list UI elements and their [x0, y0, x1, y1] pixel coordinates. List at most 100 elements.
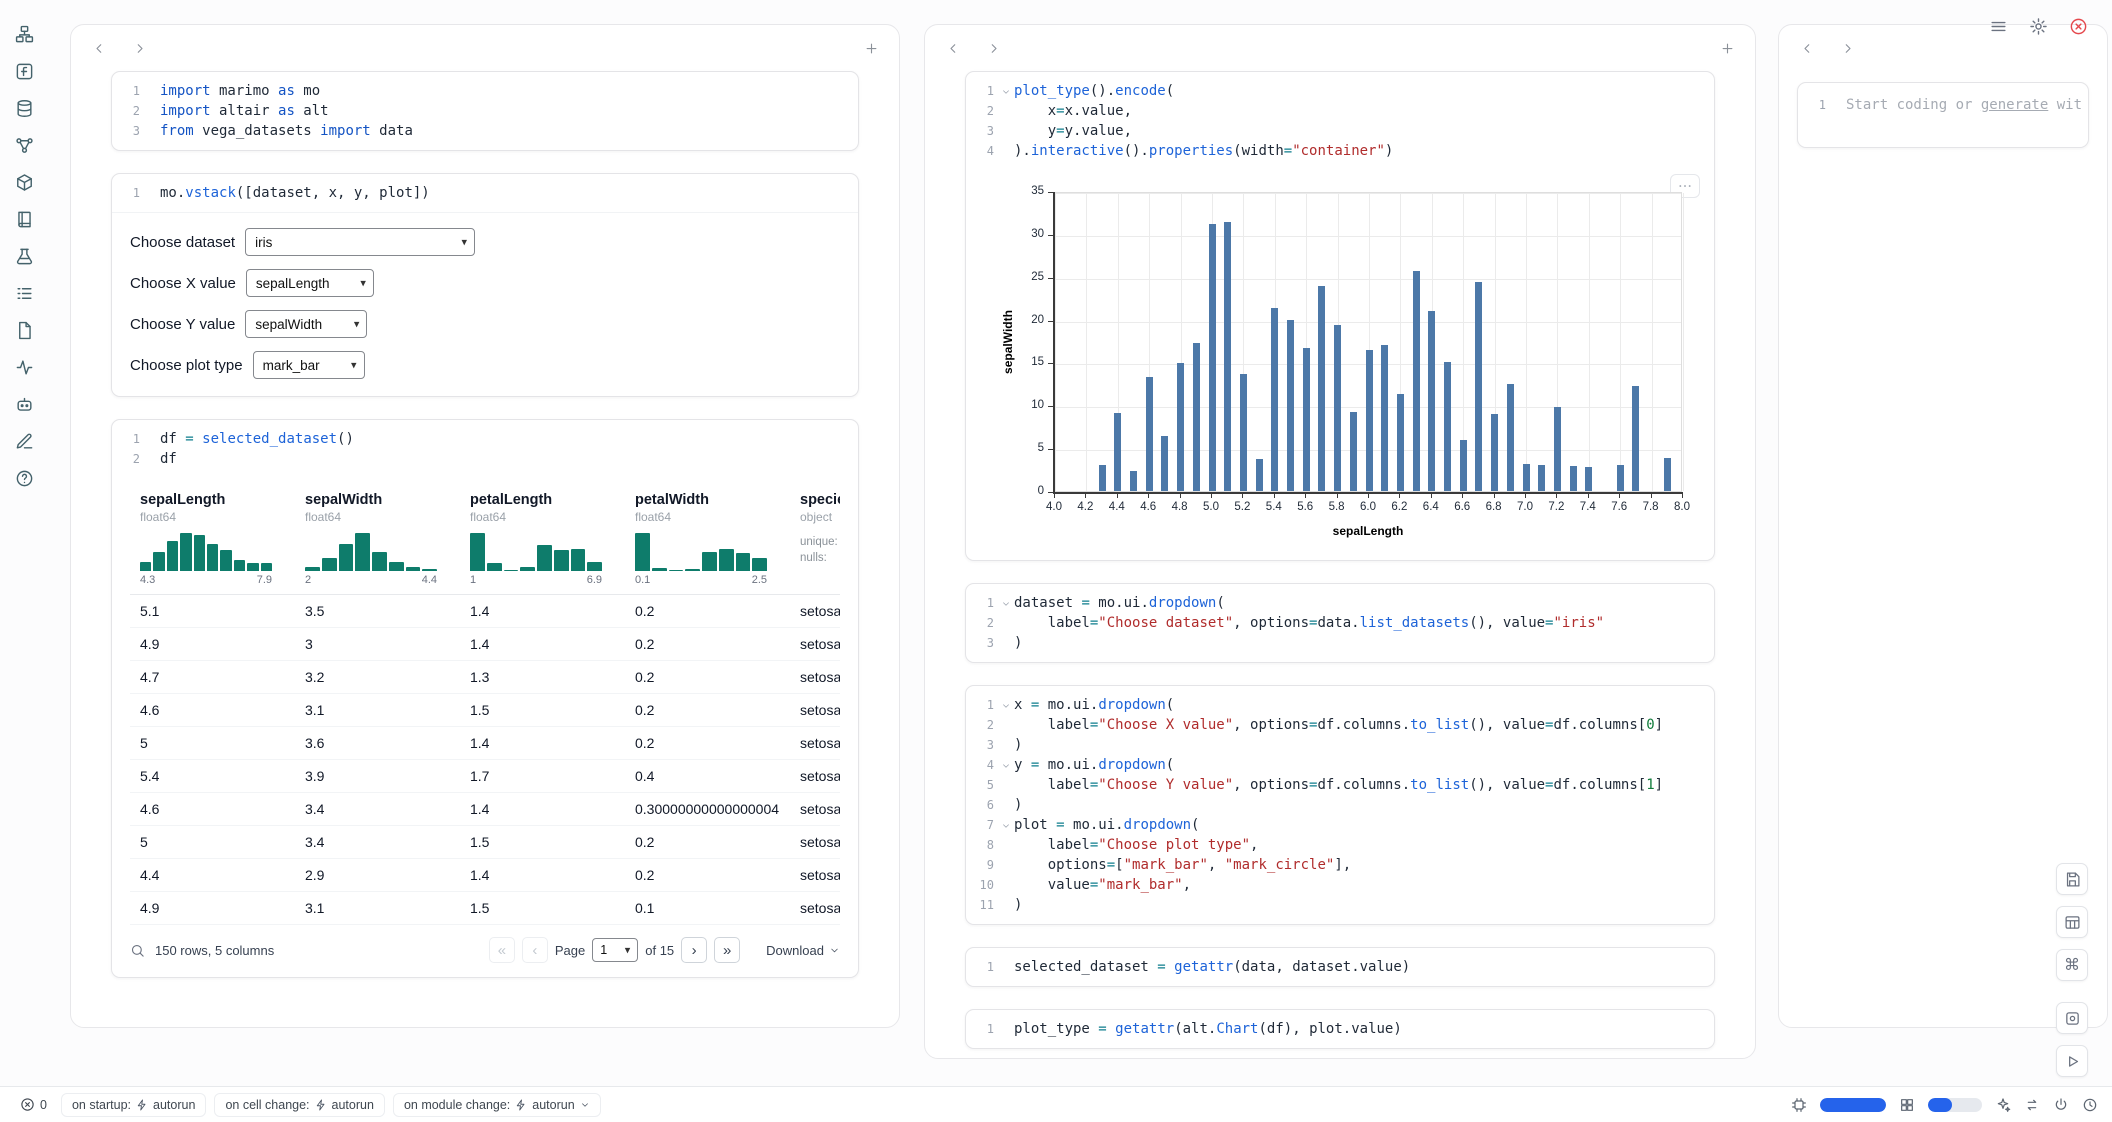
code-line[interactable]: 3 y=y.value, [966, 121, 1708, 141]
download-button[interactable]: Download [766, 943, 840, 958]
app-frame-icon[interactable] [2056, 1002, 2088, 1034]
shutdown-icon[interactable] [2064, 12, 2092, 40]
next-page-icon[interactable]: › [681, 937, 707, 963]
notebook-icon[interactable] [12, 207, 36, 231]
table-row[interactable]: 4.63.41.40.30000000000000004setosa [130, 793, 840, 826]
y-value-select[interactable]: sepalWidth [245, 310, 367, 338]
table-row[interactable]: 4.63.11.50.2setosa [130, 694, 840, 727]
prev-page-icon[interactable]: ‹ [522, 937, 548, 963]
datasources-icon[interactable] [12, 96, 36, 120]
fold-toggle-icon[interactable] [998, 755, 1014, 775]
clock-icon[interactable] [2082, 1097, 2098, 1113]
code-line[interactable]: 2 x=x.value, [966, 101, 1708, 121]
code-editor[interactable]: 1selected_dataset = getattr(data, datase… [966, 948, 1714, 986]
code-line[interactable]: 3) [966, 735, 1708, 755]
beaker-icon[interactable] [12, 244, 36, 268]
first-page-icon[interactable]: « [489, 937, 515, 963]
table-row[interactable]: 53.61.40.2setosa [130, 727, 840, 760]
table-row[interactable]: 4.73.21.30.2setosa [130, 661, 840, 694]
code-line[interactable]: 7plot = mo.ui.dropdown( [966, 815, 1708, 835]
code-line[interactable]: 3) [966, 633, 1708, 653]
code-line[interactable]: 10 value="mark_bar", [966, 875, 1708, 895]
settings-gear-icon[interactable] [2024, 12, 2052, 40]
column-header-cell[interactable]: speciesobjectunique:nulls: [790, 486, 840, 594]
column-next-button[interactable] [979, 34, 1007, 62]
code-line[interactable]: 1plot_type().encode( [966, 81, 1708, 101]
column-header-cell[interactable]: sepalWidthfloat6424.4 [295, 486, 460, 594]
code-line[interactable]: 9 options=["mark_bar", "mark_circle"], [966, 855, 1708, 875]
document-icon[interactable] [12, 318, 36, 342]
column-next-button[interactable] [1833, 34, 1861, 62]
power-icon[interactable] [2053, 1097, 2069, 1113]
table-row[interactable]: 4.93.11.50.1setosa [130, 892, 840, 925]
save-icon[interactable] [2056, 863, 2088, 895]
code-editor[interactable]: 1mo.vstack([dataset, x, y, plot]) [112, 174, 858, 212]
table-row[interactable]: 4.931.40.2setosa [130, 628, 840, 661]
code-line[interactable]: 6) [966, 795, 1708, 815]
code-line[interactable]: 8 label="Choose plot type", [966, 835, 1708, 855]
code-line[interactable]: 1import marimo as mo [112, 81, 852, 101]
code-editor[interactable]: 1dataset = mo.ui.dropdown(2 label="Choos… [966, 584, 1714, 662]
code-line[interactable]: 1selected_dataset = getattr(data, datase… [966, 957, 1708, 977]
add-cell-button[interactable] [857, 34, 885, 62]
code-line[interactable]: 1dataset = mo.ui.dropdown( [966, 593, 1708, 613]
code-line[interactable]: 1df = selected_dataset() [112, 429, 852, 449]
code-editor[interactable]: 1df = selected_dataset()2df [112, 420, 858, 478]
plot-area[interactable] [1054, 192, 1682, 492]
code-line[interactable]: 2import altair as alt [112, 101, 852, 121]
last-page-icon[interactable]: » [714, 937, 740, 963]
menu-icon[interactable] [1984, 12, 2012, 40]
cpu-usage-meter[interactable] [1928, 1098, 1982, 1112]
run-mode-chip[interactable]: on module change:autorun [393, 1093, 601, 1117]
code-line[interactable]: 2 label="Choose X value", options=df.col… [966, 715, 1708, 735]
fold-toggle-icon[interactable] [998, 815, 1014, 835]
tracing-icon[interactable] [12, 355, 36, 379]
code-line[interactable]: 4y = mo.ui.dropdown( [966, 755, 1708, 775]
fold-toggle-icon[interactable] [998, 695, 1014, 715]
scratchpad-icon[interactable] [12, 429, 36, 453]
assistant-icon[interactable] [12, 392, 36, 416]
code-line[interactable]: 11) [966, 895, 1708, 915]
column-prev-button[interactable] [939, 34, 967, 62]
code-line[interactable]: 2df [112, 449, 852, 469]
plot-type-select[interactable]: mark_bar [253, 351, 365, 379]
code-line[interactable]: 1plot_type = getattr(alt.Chart(df), plot… [966, 1019, 1708, 1039]
column-header-cell[interactable]: petalWidthfloat640.12.5 [625, 486, 790, 594]
code-line[interactable]: 4).interactive().properties(width="conta… [966, 141, 1708, 161]
table-row[interactable]: 5.43.91.70.4setosa [130, 760, 840, 793]
table-row[interactable]: 5.13.51.40.2setosa [130, 595, 840, 628]
error-count-button[interactable]: 0 [14, 1093, 53, 1116]
functions-icon[interactable] [12, 59, 36, 83]
run-mode-chip[interactable]: on startup:autorun [61, 1093, 206, 1117]
command-icon[interactable]: ⌘ [2056, 949, 2088, 981]
dataset-select[interactable]: iris [245, 228, 475, 256]
code-editor[interactable]: 1import marimo as mo2import altair as al… [112, 72, 858, 150]
page-select[interactable]: 1 [592, 938, 638, 962]
code-editor[interactable]: 1plot_type().encode(2 x=x.value,3 y=y.va… [966, 72, 1714, 170]
fold-toggle-icon[interactable] [998, 81, 1014, 101]
swap-icon[interactable] [2024, 1097, 2040, 1113]
table-row[interactable]: 4.42.91.40.2setosa [130, 859, 840, 892]
packages-icon[interactable] [12, 170, 36, 194]
code-line[interactable]: 5 label="Choose Y value", options=df.col… [966, 775, 1708, 795]
run-mode-chip[interactable]: on cell change:autorun [214, 1093, 385, 1117]
dependency-graph-icon[interactable] [12, 133, 36, 157]
code-line[interactable]: 1mo.vstack([dataset, x, y, plot]) [112, 183, 852, 203]
help-icon[interactable] [12, 466, 36, 490]
file-tree-icon[interactable] [12, 22, 36, 46]
add-cell-button[interactable] [1713, 34, 1741, 62]
sparkles-icon[interactable] [1995, 1097, 2011, 1113]
fold-toggle-icon[interactable] [998, 593, 1014, 613]
search-icon[interactable] [130, 943, 145, 958]
column-header-cell[interactable]: petalLengthfloat6416.9 [460, 486, 625, 594]
code-line[interactable]: 1x = mo.ui.dropdown( [966, 695, 1708, 715]
code-editor[interactable]: 1 Start coding or generate with AI [1798, 83, 2088, 147]
column-prev-button[interactable] [85, 34, 113, 62]
column-next-button[interactable] [125, 34, 153, 62]
code-line[interactable]: 3from vega_datasets import data [112, 121, 852, 141]
x-value-select[interactable]: sepalLength [246, 269, 374, 297]
memory-usage-meter[interactable] [1820, 1098, 1886, 1112]
table-row[interactable]: 53.41.50.2setosa [130, 826, 840, 859]
outline-icon[interactable] [12, 281, 36, 305]
code-editor[interactable]: 1x = mo.ui.dropdown(2 label="Choose X va… [966, 686, 1714, 924]
